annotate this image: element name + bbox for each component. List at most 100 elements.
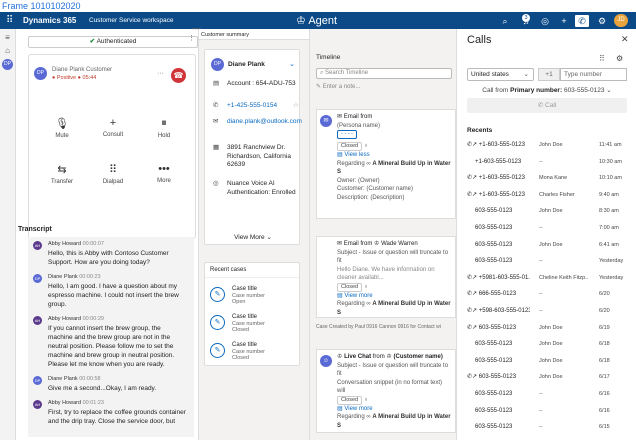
call-time: 6/18	[599, 341, 610, 348]
more-icon[interactable]: ···	[157, 70, 164, 77]
dialpad-icon[interactable]: ⠿	[599, 54, 605, 63]
hold-button[interactable]: ⏸ Hold	[136, 117, 192, 139]
recent-call-row[interactable]: ✆↗ +598-603-555-0123 -- 6/20	[457, 303, 636, 320]
recent-call-row[interactable]: ✆↗ +5981-603-555-01.. Cheline Keith Fitzp…	[457, 270, 636, 287]
mute-button[interactable]: 🎙 Mute	[34, 117, 90, 139]
outgoing-call-icon: ✆↗	[467, 291, 479, 298]
menu-icon[interactable]: ≡	[0, 33, 15, 42]
recent-call-row[interactable]: 603-555-0123 -- 6/16	[457, 386, 636, 403]
email-icon: ✉	[337, 114, 343, 120]
edit-icon: ✎	[210, 287, 225, 302]
timeline-search-input[interactable]: ⌕ Search Timeline	[316, 68, 452, 79]
timeline-activity-chat[interactable]: ☺ ♔ Live Chat from ♔ (Customer name) Sub…	[316, 349, 456, 433]
call-number: +598-603-555-0123	[478, 307, 530, 314]
call-contact: --	[539, 224, 543, 231]
call-contact: --	[539, 307, 543, 314]
phone-icon: ✆	[537, 102, 544, 109]
phone-icon[interactable]: ✆	[575, 15, 589, 27]
recent-call-row[interactable]: ✆↗ 603-555-0123 John Doe 6/17	[457, 369, 636, 386]
more-button[interactable]: ••• More	[136, 163, 192, 184]
recent-call-row[interactable]: 603-555-0123 John Doe 6/18	[457, 336, 636, 353]
auth-badge: ✔ Authenticated	[28, 36, 198, 48]
outgoing-call-icon: ✆↗	[467, 274, 479, 281]
case-item[interactable]: ✎ Case title Case number Closed	[210, 341, 296, 363]
recent-call-row[interactable]: 603-555-0123 -- 6/15	[457, 419, 636, 436]
customer-summary-tab[interactable]: Customer summary	[199, 29, 309, 40]
persona-icon: ♔	[386, 354, 392, 360]
call-number: 603-555-0123	[475, 357, 513, 364]
call-contact: Cheline Keith Fitzp..	[539, 274, 589, 281]
recents-list: ✆↗ +1-603-555-0123 John Doe 11:41 am +1-603…	[457, 137, 636, 436]
chevron-down-icon[interactable]: ⌄	[289, 60, 295, 68]
status-badge: Closed	[337, 395, 363, 405]
chevron-down-icon: ⌄	[606, 87, 612, 94]
recent-cases-title: Recent cases	[205, 263, 299, 278]
waffle-icon[interactable]: ⠿	[6, 15, 13, 26]
recent-call-row[interactable]: 603-555-0123 -- 7:00 am	[457, 220, 636, 237]
avatar[interactable]: JD	[614, 14, 628, 27]
home-icon[interactable]: ⌂	[0, 46, 15, 55]
more-options-icon[interactable]: ⋮	[188, 34, 195, 42]
call-contact: John Doe	[539, 341, 563, 348]
view-more-button[interactable]: View More ⌄	[205, 233, 301, 241]
calls-panel: Calls ✕ ⠿ ⚙ United states ⌄ +1 Type numbe…	[456, 29, 636, 440]
recent-call-row[interactable]: 603-555-0123 -- 6/16	[457, 403, 636, 420]
number-input[interactable]: Type number	[560, 68, 627, 81]
dialpad-icon: ⠿	[108, 164, 118, 176]
search-icon[interactable]: ⌕	[498, 15, 512, 27]
building-icon: ▦	[213, 144, 220, 151]
link-icon: ∞	[366, 414, 371, 420]
recent-cases-card: Recent cases ✎ Case title Case number Open …	[204, 262, 300, 366]
case-item[interactable]: ✎ Case title Case number Open	[210, 285, 296, 307]
phone-icon: ✆	[213, 102, 219, 109]
view-more-link: ▤ View more	[337, 292, 373, 299]
speaker-avatar: AH	[33, 241, 42, 250]
settings-icon[interactable]: ⚙	[595, 15, 609, 27]
speaker-avatar: AH	[33, 316, 42, 325]
call-contact: John Doe	[539, 357, 563, 364]
dialpad-button[interactable]: ⠿ Dialpad	[85, 163, 141, 185]
recent-call-row[interactable]: ✆↗ +1-603-555-0123 Mona Kane 10:10 am	[457, 170, 636, 187]
call-number: 603-555-0123	[475, 224, 513, 231]
close-icon[interactable]: ✕	[621, 34, 629, 45]
app-name[interactable]: Dynamics 365	[23, 16, 76, 25]
call-from-select[interactable]: Call from Primary number: 603-555-0123 ⌄	[457, 86, 636, 94]
recent-call-row[interactable]: ✆↗ +1-603-555-0123 John Doe 11:41 am	[457, 137, 636, 154]
transfer-icon: ⇆	[57, 164, 67, 176]
call-time: 6/20	[599, 307, 610, 314]
outgoing-call-icon: ✆↗	[467, 175, 479, 182]
gear-icon[interactable]: ⚙	[616, 54, 623, 63]
recent-call-row[interactable]: +1-603-555-0123 -- 10:30 am	[457, 154, 636, 171]
target-icon[interactable]: ◎	[538, 15, 552, 27]
recent-call-row[interactable]: ✆↗ +1-603-555-0123 Charles Fisher 9:40 am	[457, 187, 636, 204]
recent-call-row[interactable]: 603-555-0123 John Doe 6:41 am	[457, 237, 636, 254]
left-rail: ≡ ⌂ DP	[0, 29, 16, 440]
session-avatar[interactable]: DP	[2, 59, 13, 70]
hangup-button[interactable]: ☎	[171, 68, 186, 83]
transfer-button[interactable]: ⇆ Transfer	[34, 163, 90, 185]
call-contact: John Doe	[539, 324, 563, 331]
call-time: 10:10 am	[599, 175, 622, 182]
ellipsis-icon: •••	[158, 163, 170, 175]
recent-call-row[interactable]: ✆↗ 603-555-0123 John Doe 6/19	[457, 320, 636, 337]
consult-button[interactable]: + Consult	[85, 117, 141, 138]
note-input[interactable]: ✎ Enter a note...	[316, 83, 360, 90]
transcript-box[interactable]: AH Abby Howard 00:00:07 Hello, this is Abb…	[28, 237, 194, 437]
case-item[interactable]: ✎ Case title Case number Closed	[210, 313, 296, 335]
persona-icon: ♔	[374, 241, 380, 247]
call-button[interactable]: ✆ Call	[467, 98, 627, 113]
country-select[interactable]: United states ⌄	[467, 68, 534, 81]
call-number: 666-555-0123	[478, 291, 517, 298]
add-icon[interactable]: +	[557, 15, 571, 27]
customer-card: DP Diane Plank ⌄ ▤ Account : 654-ADU-753 …	[204, 49, 302, 245]
check-icon: ✔	[89, 38, 96, 45]
timeline-activity-email[interactable]: ✉ Email from ♔ Wade Warren Subject - Iss…	[316, 236, 456, 318]
recent-call-row[interactable]: 603-555-0123 John Doe 6/18	[457, 353, 636, 370]
recent-call-row[interactable]: 603-555-0123 John Doe 8:30 am	[457, 203, 636, 220]
transcript-message: DP Diane Plank 00:00:58 Give me a second..…	[33, 376, 157, 392]
timeline-activity-email[interactable]: ✉ ✉ Email from (Persona name) - - - - Cl…	[316, 109, 456, 219]
recent-call-row[interactable]: ✆↗ 666-555-0123 -- 6/20	[457, 286, 636, 303]
speaker-avatar: AH	[33, 400, 42, 409]
call-contact: John Doe	[539, 142, 563, 148]
recent-call-row[interactable]: 603-555-0123 -- Yesterday	[457, 253, 636, 270]
